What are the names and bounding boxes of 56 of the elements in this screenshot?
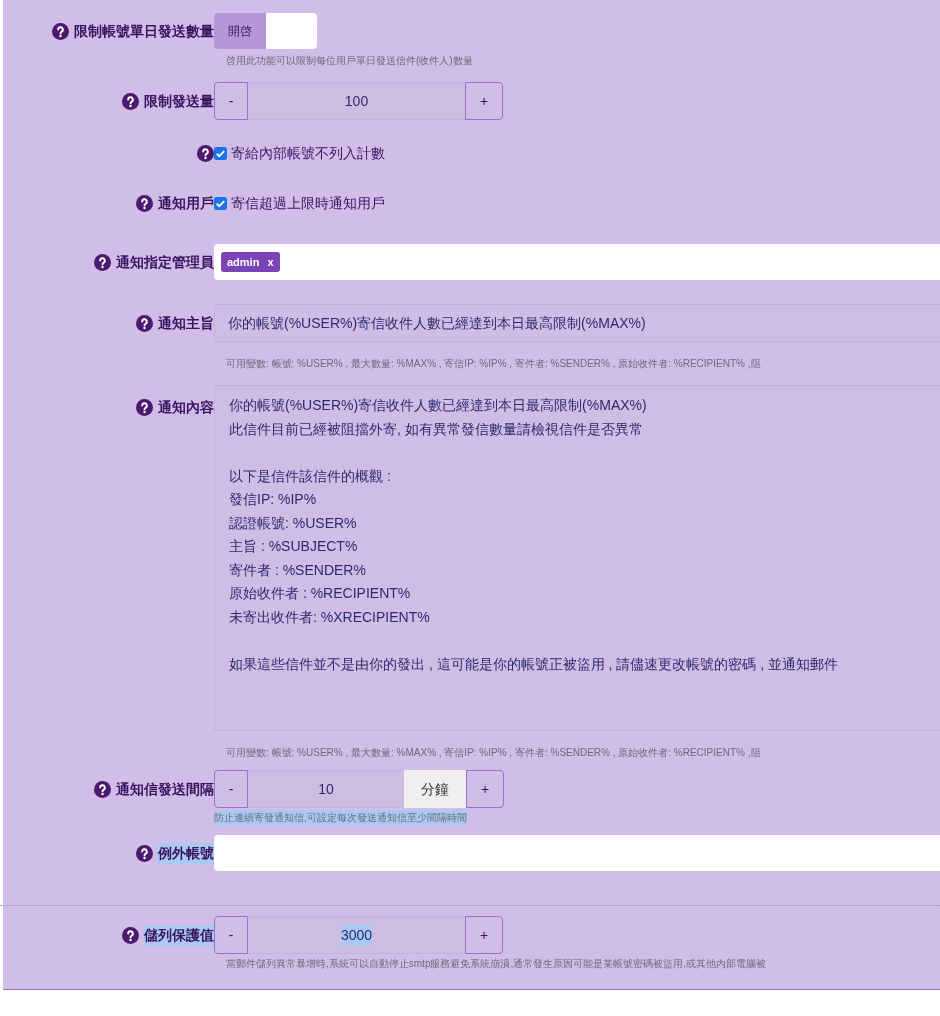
help-icon[interactable] [136, 399, 153, 416]
hint-text: 可用變數: 帳號: %USER% , 最大數量: %MAX% , 寄信IP: %IP% , 寄件者: %SENDER% , 原始收件者: %RECIPIENT% ,阻 [226, 357, 761, 371]
text-field[interactable]: 你的帳號(%USER%)寄信收件人數已經達到本日最高限制(%MAX%) [214, 304, 940, 342]
tag-text: admin [227, 254, 260, 270]
hint-text: 防止連續寄發通知信,可設定每次發送通知信至少間隔時間 [214, 810, 467, 825]
field-label: 限制發送量 [144, 91, 214, 111]
field-value: 10 [318, 779, 334, 799]
checkbox-label: 寄給內部帳號不列入計數 [231, 144, 385, 163]
field-label: 例外帳號 [158, 842, 214, 864]
help-icon[interactable] [94, 780, 111, 798]
plus-button[interactable]: + [466, 770, 504, 808]
checkbox[interactable] [214, 197, 227, 210]
field-value: 3000 [340, 924, 373, 946]
tag-field[interactable]: admin x [214, 244, 940, 280]
field-label: 通知指定管理員 [116, 252, 214, 272]
field-value: 100 [344, 91, 369, 111]
field-label: 通知信發送間隔 [116, 779, 214, 799]
text-line: 原始收件者 : %RECIPIENT% [229, 584, 411, 603]
checkbox-option[interactable]: 寄給內部帳號不列入計數 [214, 143, 385, 164]
field-label: 通知用戶 [158, 194, 214, 213]
hint-text: 啓用此功能可以限制每位用戶單日發送信件(收件人)數量 [226, 54, 473, 68]
field-label: 限制帳號單日發送數量 [74, 21, 214, 41]
hint-text: 可用變數: 帳號: %USER% , 最大數量: %MAX% , 寄信IP: %IP% , 寄件者: %SENDER% , 原始收件者: %RECIPIENT% ,阻 [226, 746, 761, 760]
checkbox-label: 寄信超過上限時通知用戶 [231, 194, 385, 213]
field-label: 通知內容 [158, 398, 214, 417]
field-label: 儲列保護值 [144, 924, 214, 946]
checkbox[interactable] [214, 147, 227, 160]
text-line: 發信IP: %IP% [229, 490, 317, 509]
text-line: 寄件者 : %SENDER% [229, 560, 366, 580]
help-icon[interactable] [197, 145, 214, 162]
help-icon[interactable] [122, 92, 139, 110]
hint-text: 當郵件儲列異常暴增時,系統可以自動停止smtp服務避免系統崩潰,通常發生原因可能是某帳號密碼被盜用,或其他內部電腦被 [226, 957, 766, 971]
text-line: 此信件目前已經被阻擋外寄, 如有異常發信數量請檢視信件是否異常 [229, 419, 643, 439]
number-field[interactable]: 100 [248, 82, 465, 120]
plus-button[interactable]: + [465, 82, 503, 120]
number-field[interactable]: 3000 [248, 916, 465, 954]
plus-button[interactable]: + [465, 916, 503, 954]
text-line: 以下是信件該信件的概觀 : [229, 466, 391, 486]
number-field[interactable]: 10 [248, 770, 404, 808]
unit-label: 分鐘 [404, 770, 466, 808]
help-icon[interactable] [136, 195, 153, 212]
field-label: 通知主旨 [158, 313, 214, 333]
text-line: 主旨 : %SUBJECT% [229, 537, 358, 556]
help-icon[interactable] [122, 926, 139, 944]
help-icon[interactable] [94, 253, 111, 271]
help-icon[interactable] [136, 314, 153, 332]
remove-tag-button[interactable]: x [267, 253, 274, 271]
help-icon[interactable] [136, 844, 153, 862]
text-line: 你的帳號(%USER%)寄信收件人數已經達到本日最高限制(%MAX%) [229, 396, 647, 415]
text-field[interactable] [214, 835, 940, 871]
text-line: 未寄出收件者: %XRECIPIENT% [229, 607, 430, 627]
text-line: 認證帳號: %USER% [229, 513, 357, 533]
field-value: 你的帳號(%USER%)寄信收件人數已經達到本日最高限制(%MAX%) [228, 313, 646, 333]
help-icon[interactable] [52, 22, 69, 40]
text-line: 如果這些信件並不是由你的發出 , 這可能是你的帳號正被盜用 , 請儘速更改帳號的密碼 , 並通知郵件 [229, 654, 838, 674]
checkbox-option[interactable]: 寄信超過上限時通知用戶 [214, 193, 385, 214]
